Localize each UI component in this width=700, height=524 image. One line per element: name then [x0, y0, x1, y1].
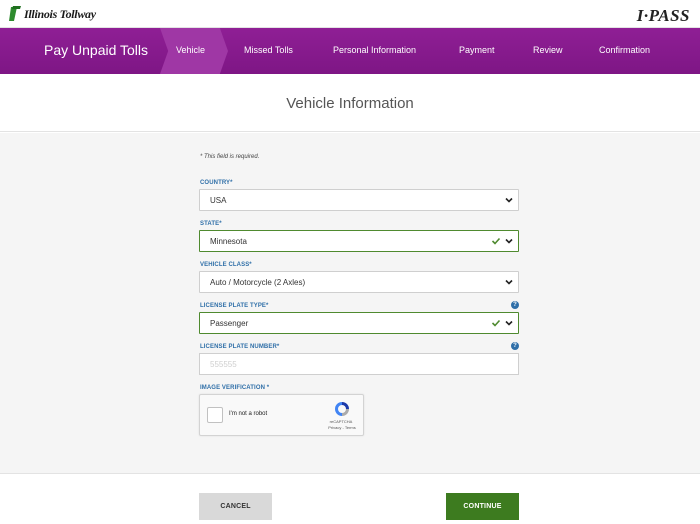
chevron-down-icon: [505, 238, 513, 244]
country-select[interactable]: USA: [199, 189, 519, 211]
illinois-tollway-logo[interactable]: Illinois Tollway: [8, 4, 96, 24]
image-verification-label: IMAGE VERIFICATION *: [200, 385, 270, 391]
plate-number-placeholder: 555555: [210, 360, 237, 369]
plate-number-label: LICENSE PLATE NUMBER*: [200, 344, 280, 350]
plate-number-input[interactable]: 555555: [199, 353, 519, 375]
page-heading-band: Vehicle Information: [0, 74, 700, 132]
chevron-down-icon: [505, 197, 513, 203]
step-missed-tolls: Missed Tolls: [244, 45, 293, 55]
vehicle-class-label: VEHICLE CLASS*: [200, 262, 252, 268]
state-value: Minnesota: [210, 237, 247, 246]
checkmark-icon: [491, 237, 501, 245]
cancel-button[interactable]: CANCEL: [199, 493, 272, 520]
recaptcha-widget: I'm not a robot reCAPTCHA Privacy - Term…: [199, 394, 364, 436]
plate-type-select[interactable]: Passenger: [199, 312, 519, 334]
chevron-down-icon: [505, 320, 513, 326]
top-header: Illinois Tollway I·PASS: [0, 0, 700, 28]
nav-title: Pay Unpaid Tolls: [44, 42, 149, 58]
step-vehicle: Vehicle: [176, 45, 206, 55]
country-value: USA: [210, 196, 227, 205]
checkmark-icon: [491, 319, 501, 327]
required-note: * This field is required.: [200, 154, 260, 160]
state-label: STATE*: [200, 221, 222, 227]
vehicle-class-select[interactable]: Auto / Motorcycle (2 Axles): [199, 271, 519, 293]
logo-text: Illinois Tollway: [24, 6, 96, 21]
plate-type-help-icon[interactable]: ?: [511, 301, 519, 309]
chevron-down-icon: [505, 279, 513, 285]
recaptcha-links[interactable]: Privacy - Terms: [319, 425, 365, 430]
recaptcha-brand: reCAPTCHA: [329, 419, 353, 424]
recaptcha-logo-icon: [335, 402, 349, 416]
plate-type-label: LICENSE PLATE TYPE*: [200, 303, 269, 309]
tollway-logo-icon: [9, 6, 21, 21]
step-personal-information: Personal Information: [333, 45, 417, 55]
recaptcha-checkbox[interactable]: [207, 407, 223, 423]
step-confirmation: Confirmation: [599, 45, 651, 55]
step-review: Review: [533, 45, 563, 55]
step-payment: Payment: [459, 45, 495, 55]
ipass-brand: I·PASS: [636, 6, 690, 25]
progress-nav: Pay Unpaid Tolls Vehicle Missed Tolls Pe…: [0, 28, 700, 74]
page-title: Vehicle Information: [286, 95, 414, 112]
vehicle-form: * This field is required. COUNTRY* USA S…: [0, 133, 700, 474]
plate-type-value: Passenger: [210, 319, 249, 328]
state-select[interactable]: Minnesota: [199, 230, 519, 252]
vehicle-class-value: Auto / Motorcycle (2 Axles): [210, 278, 306, 287]
continue-button[interactable]: CONTINUE: [446, 493, 519, 520]
recaptcha-label: I'm not a robot: [229, 411, 268, 417]
country-label: COUNTRY*: [200, 180, 233, 186]
plate-number-help-icon[interactable]: ?: [511, 342, 519, 350]
